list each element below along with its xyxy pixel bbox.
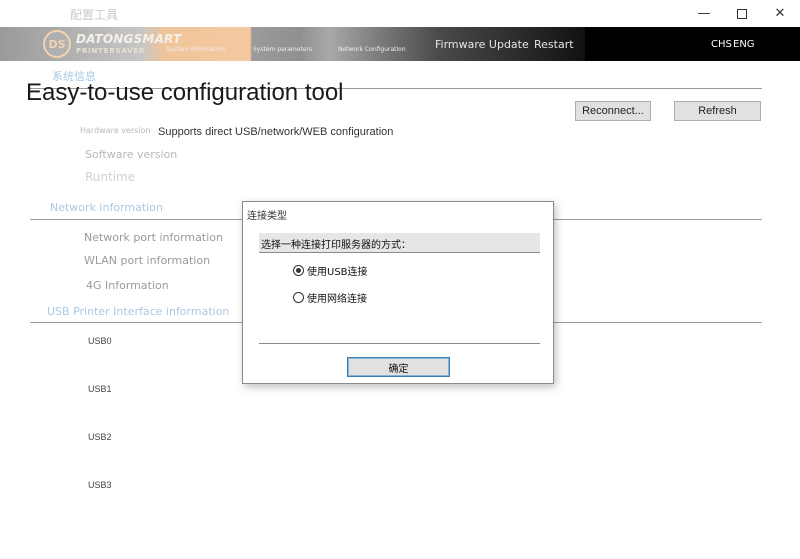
close-button[interactable]: ✕: [760, 0, 800, 27]
radio-selected-icon: [296, 268, 301, 273]
minimize-button[interactable]: —: [684, 0, 724, 27]
hardware-version-label: Hardware version: [80, 126, 151, 135]
logo-name: DATONGSMART: [76, 32, 182, 46]
usb2-label: USB2: [88, 432, 112, 442]
tab-restart[interactable]: Restart: [534, 38, 574, 51]
radio-button[interactable]: [293, 292, 304, 303]
minimize-icon: —: [697, 6, 711, 21]
software-version-label: Software version: [85, 148, 178, 161]
window-title: 配置工具: [70, 8, 119, 22]
lang-eng-button[interactable]: ENG: [733, 39, 755, 50]
usb1-label: USB1: [88, 384, 112, 394]
tab-system-parameters[interactable]: System parameters: [253, 46, 312, 53]
radio-network-label: 使用网络连接: [307, 294, 367, 305]
usb-section-title: USB Printer Interface information: [47, 305, 230, 318]
dialog-title: 连接类型: [247, 211, 287, 222]
ok-button[interactable]: 确定: [347, 357, 450, 377]
top-banner: DS DATONGSMART PRINTERSAVER System infor…: [0, 27, 800, 61]
maximize-button[interactable]: [722, 0, 762, 27]
radio-button[interactable]: [293, 265, 304, 276]
promo-headline: Easy-to-use configuration tool: [26, 79, 344, 106]
radio-network-connection[interactable]: 使用网络连接: [293, 290, 367, 305]
radio-usb-connection[interactable]: 使用USB连接: [293, 263, 368, 278]
logo-subtitle: PRINTERSAVER: [76, 47, 146, 55]
usb0-label: USB0: [88, 336, 112, 346]
lang-chs-button[interactable]: CHS: [711, 39, 732, 50]
network-port-label: Network port information: [84, 231, 223, 244]
dialog-prompt: 选择一种连接打印服务器的方式：: [259, 233, 540, 252]
maximize-icon: [737, 8, 747, 19]
tab-network-configuration[interactable]: Network Configuration: [338, 46, 406, 53]
radio-usb-label: 使用USB连接: [307, 267, 368, 278]
promo-subline: Supports direct USB/network/WEB configur…: [158, 126, 394, 138]
reconnect-button[interactable]: Reconnect...: [575, 101, 651, 121]
window-titlebar: 配置工具 — ✕: [0, 0, 800, 27]
4g-info-label: 4G Information: [86, 279, 169, 292]
network-section-title: Network information: [50, 201, 163, 214]
wlan-port-label: WLAN port information: [84, 254, 211, 267]
connection-type-dialog: 连接类型 选择一种连接打印服务器的方式： 使用USB连接 使用网络连接 确定: [242, 201, 554, 384]
logo-icon: DS: [43, 30, 71, 58]
tab-system-information[interactable]: System information: [166, 46, 225, 53]
refresh-button[interactable]: Refresh: [674, 101, 761, 121]
dialog-divider: [259, 252, 540, 253]
usb3-label: USB3: [88, 480, 112, 490]
close-icon: ✕: [774, 6, 786, 21]
runtime-label: Runtime: [85, 170, 136, 184]
tab-firmware-update[interactable]: Firmware Update: [435, 38, 529, 51]
dialog-divider: [259, 343, 540, 344]
